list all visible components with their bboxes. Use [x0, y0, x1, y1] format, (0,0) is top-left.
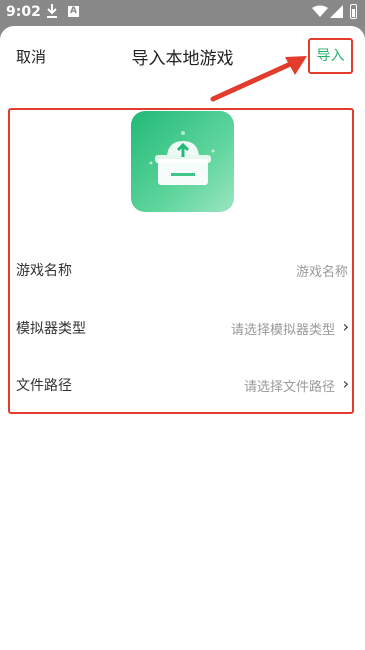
emulator-type-label: 模拟器类型: [16, 321, 86, 337]
emulator-type-value: 请选择模拟器类型: [230, 323, 335, 338]
file-path-value: 请选择文件路径: [243, 380, 335, 395]
game-name-label: 游戏名称: [16, 263, 72, 279]
signal-icon: [330, 5, 343, 22]
import-sheet: 取消 导入本地游戏 导入 游戏名称 游戏名称 模拟器类型 请选择模拟器类型 › …: [0, 26, 365, 650]
file-path-label: 文件路径: [16, 378, 72, 394]
status-time: 9:02: [6, 4, 41, 20]
annotation-arrow-icon: [210, 56, 307, 102]
wifi-icon: [312, 5, 328, 22]
game-name-field[interactable]: 游戏名称 游戏名称: [16, 256, 351, 286]
a-notification-icon: A: [68, 6, 79, 17]
file-path-row[interactable]: 文件路径 请选择文件路径 ›: [16, 371, 351, 401]
chevron-right-icon: ›: [342, 317, 349, 336]
emulator-type-row[interactable]: 模拟器类型 请选择模拟器类型 ›: [16, 314, 351, 344]
game-name-input[interactable]: 游戏名称: [296, 261, 348, 280]
game-box-upload-icon[interactable]: [131, 111, 234, 212]
battery-icon: [350, 4, 357, 19]
chevron-right-icon: ›: [342, 374, 349, 393]
status-bar: 9:02 A: [0, 0, 365, 26]
download-icon: [46, 3, 58, 23]
